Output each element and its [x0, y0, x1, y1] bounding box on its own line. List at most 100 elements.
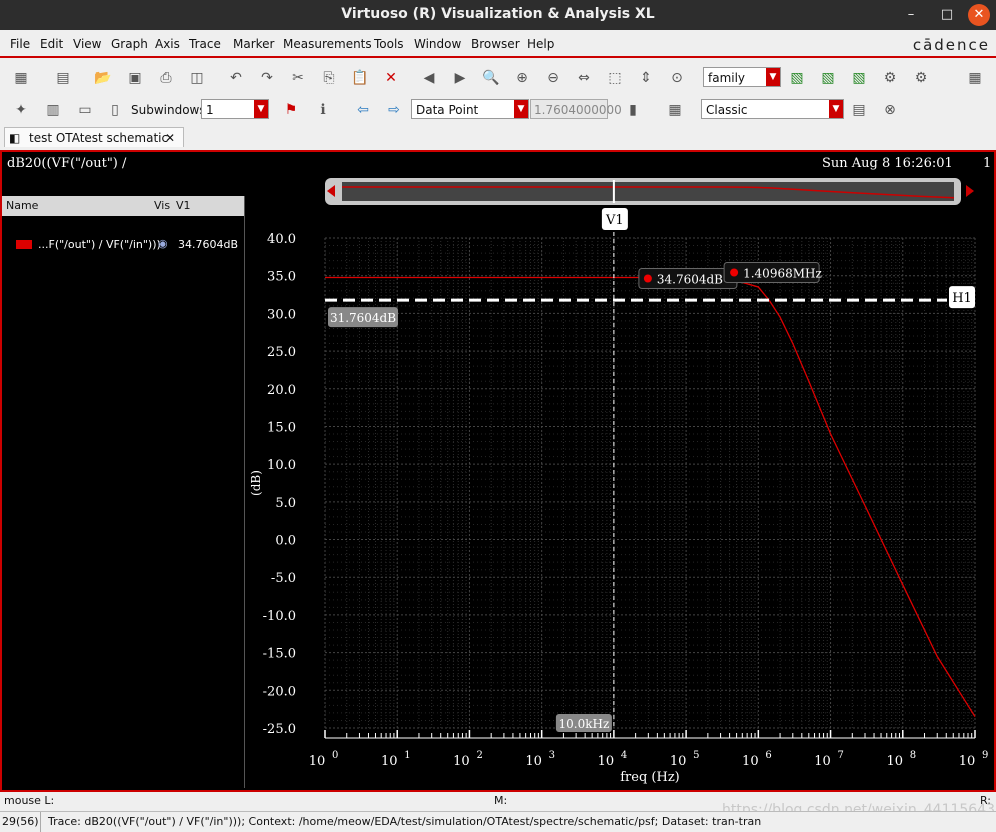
zoom-reset-icon[interactable]: ⊙ — [666, 67, 688, 89]
maximize-button[interactable]: □ — [936, 4, 958, 26]
minimize-button[interactable]: – — [900, 4, 922, 26]
family-combo[interactable]: family ▼ — [703, 67, 781, 87]
y-tick-label: 25.0 — [267, 345, 296, 360]
info-icon[interactable]: ℹ — [312, 99, 334, 121]
config-icon[interactable]: ⚙ — [910, 67, 932, 89]
y-tick-label: 10.0 — [267, 458, 296, 473]
h1-intersect-dot — [730, 268, 739, 277]
wand-icon[interactable]: ✦ — [10, 99, 32, 121]
y-tick-label: -5.0 — [271, 571, 296, 586]
arrow-right-icon[interactable]: ⇨ — [383, 99, 405, 121]
fit-icon[interactable]: ⬚ — [604, 67, 626, 89]
overview-scrollbar — [325, 178, 974, 205]
save-icon[interactable]: ▣ — [124, 67, 146, 89]
family-combo-value: family — [708, 71, 746, 85]
chart-markers: H1 31.7604dB V1 10.0kHz 34.7604dB 1.40968MHz — [325, 208, 975, 732]
menu-browser[interactable]: Browser — [471, 37, 520, 51]
undo-icon[interactable]: ↶ — [225, 67, 247, 89]
close-button[interactable]: ✕ — [968, 4, 990, 26]
open-folder-icon[interactable]: 📂 — [92, 67, 114, 89]
x-tick-label: 10 — [453, 754, 470, 769]
new-subwindow-icon[interactable]: ▤ — [52, 67, 74, 89]
zoom-in-icon[interactable]: ⊕ — [511, 67, 533, 89]
zoom-y-icon[interactable]: ⇕ — [635, 67, 657, 89]
cut-icon[interactable]: ✂ — [287, 67, 309, 89]
graph-style-icon[interactable]: ▧ — [786, 67, 808, 89]
x-tick-label: 10 — [742, 754, 759, 769]
window-list-icon[interactable]: ▤ — [848, 99, 870, 121]
graph-style-3-icon[interactable]: ▧ — [848, 67, 870, 89]
cadence-logo: cādence — [912, 36, 990, 54]
y-tick-label: 15.0 — [267, 420, 296, 435]
mouse-l-label: mouse L: — [4, 794, 55, 807]
x-tick-label: 10 — [381, 754, 398, 769]
print-preview-icon[interactable]: ◫ — [186, 67, 208, 89]
graph-style-2-icon[interactable]: ▧ — [817, 67, 839, 89]
y-tick-label: 35.0 — [267, 270, 296, 285]
x-tick-exponent: 9 — [982, 750, 988, 761]
chart-svg[interactable]: 40.0 35.0 30.0 25.0 20.0 15.0 10.0 5.0 0.0 -5.0 -1… — [2, 152, 994, 790]
menu-help[interactable]: Help — [527, 37, 554, 51]
plot-window[interactable]: dB20((VF("/out") / Sun Aug 8 16:26:01 1 … — [0, 150, 996, 792]
split-vertical-icon[interactable]: ▯ — [104, 99, 126, 121]
x-tick-exponent: 1 — [404, 750, 410, 761]
menu-trace[interactable]: Trace — [189, 37, 221, 51]
y-tick-label: 20.0 — [267, 383, 296, 398]
window-close-icon[interactable]: ⊗ — [879, 99, 901, 121]
x-tick-exponent: 8 — [910, 750, 916, 761]
pan-left-icon[interactable]: ◀ — [418, 67, 440, 89]
subwindows-value: 1 — [206, 103, 214, 117]
x-tick-exponent: 4 — [621, 750, 627, 761]
grid-layout-icon[interactable]: ▦ — [964, 67, 986, 89]
copy-icon[interactable]: ⎘ — [318, 67, 340, 89]
x-tick-exponent: 5 — [693, 750, 699, 761]
menu-file[interactable]: File — [10, 37, 30, 51]
calculator-icon[interactable]: ▦ — [664, 99, 686, 121]
menu-marker[interactable]: Marker — [233, 37, 274, 51]
x-tick-exponent: 6 — [765, 750, 771, 761]
main-toolbar: ▦ ▤ 📂 ▣ ⎙ ◫ ↶ ↷ ✂ ⎘ 📋 ✕ ◀ ▶ 🔍 ⊕ ⊖ ⇔ ⬚ ⇕ … — [0, 63, 996, 93]
menu-measurements[interactable]: Measurements — [283, 37, 372, 51]
arrow-left-icon[interactable]: ⇦ — [352, 99, 374, 121]
y-tick-label: 0.0 — [275, 534, 296, 549]
redo-icon[interactable]: ↷ — [256, 67, 278, 89]
paste-icon[interactable]: 📋 — [349, 67, 371, 89]
menu-view[interactable]: View — [73, 37, 101, 51]
bar-chart-icon[interactable]: ▮ — [622, 99, 644, 121]
print-icon[interactable]: ⎙ — [155, 67, 177, 89]
new-window-icon[interactable]: ▦ — [10, 67, 32, 89]
x-tick-label: 10 — [309, 754, 326, 769]
style-combo[interactable]: Classic ▼ — [701, 99, 844, 119]
x-tick-label: 10 — [525, 754, 542, 769]
split-horizontal-icon[interactable]: ▭ — [74, 99, 96, 121]
subwindows-combo[interactable]: 1 ▼ — [201, 99, 269, 119]
v1-point-label: 34.7604dB — [657, 273, 723, 287]
menu-window[interactable]: Window — [414, 37, 461, 51]
settings-icon[interactable]: ⚙ — [879, 67, 901, 89]
v1-x-value-label: 10.0kHz — [558, 717, 609, 731]
flag-icon[interactable]: ⚑ — [280, 99, 302, 121]
cards-icon[interactable]: ▥ — [42, 99, 64, 121]
menu-axis[interactable]: Axis — [155, 37, 180, 51]
y-tick-label: -25.0 — [263, 722, 296, 737]
tab-close-icon[interactable]: ✕ — [165, 128, 175, 148]
zoom-x-icon[interactable]: ⇔ — [573, 67, 595, 89]
menu-edit[interactable]: Edit — [40, 37, 63, 51]
schematic-icon: ◧ — [9, 131, 21, 145]
chevron-down-icon: ▼ — [514, 100, 528, 118]
zoom-icon[interactable]: 🔍 — [480, 67, 502, 89]
delete-icon[interactable]: ✕ — [380, 67, 402, 89]
menu-graph[interactable]: Graph — [111, 37, 148, 51]
menu-tools[interactable]: Tools — [374, 37, 404, 51]
datapoint-combo[interactable]: Data Point ▼ — [411, 99, 529, 119]
y-tick-label: 5.0 — [275, 496, 296, 511]
title-bar: Virtuoso (R) Visualization & Analysis XL… — [0, 0, 996, 30]
x-tick-label: 10 — [814, 754, 831, 769]
x-tick-exponent: 2 — [476, 750, 482, 761]
zoom-out-icon[interactable]: ⊖ — [542, 67, 564, 89]
datapoint-value-field[interactable]: 1.7604000000 — [530, 99, 622, 119]
pan-right-icon[interactable]: ▶ — [449, 67, 471, 89]
y-axis-label: (dB) — [249, 470, 263, 496]
tab-schematic[interactable]: ◧ test OTAtest schematic ✕ — [4, 127, 184, 147]
tab-label: test OTAtest schematic — [29, 131, 169, 145]
